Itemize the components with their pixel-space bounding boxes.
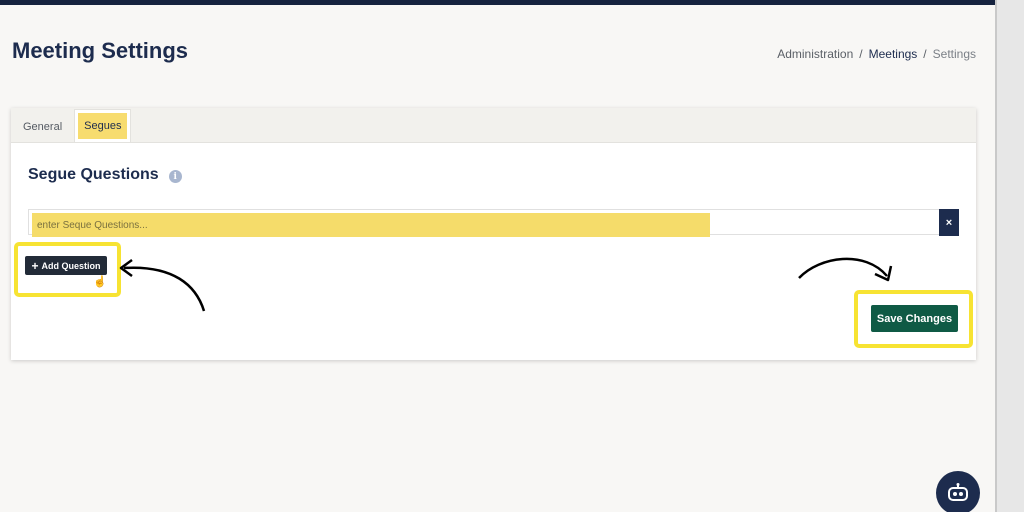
arrow-icon bbox=[119, 258, 206, 312]
breadcrumb-separator: / bbox=[923, 47, 927, 61]
info-icon[interactable]: i bbox=[168, 170, 182, 183]
breadcrumb: Administration / Meetings / Settings bbox=[777, 47, 976, 61]
section-title: Segue Questions i bbox=[28, 166, 182, 184]
tab-segues-label: Segues bbox=[78, 113, 128, 139]
add-question-label: Add Question bbox=[41, 260, 101, 271]
tab-general[interactable]: General bbox=[13, 112, 72, 142]
breadcrumb-meetings[interactable]: Meetings bbox=[869, 47, 918, 61]
plus-icon: + bbox=[31, 258, 39, 273]
window-edge bbox=[995, 0, 1024, 512]
hand-pointer-icon: ☝ bbox=[93, 276, 107, 288]
segue-question-input[interactable] bbox=[32, 213, 710, 237]
settings-card: General Segues Segue Questions i × + Add… bbox=[11, 108, 976, 360]
top-bar bbox=[0, 0, 995, 5]
save-changes-button[interactable]: Save Changes bbox=[871, 305, 958, 332]
close-icon: × bbox=[945, 216, 953, 229]
add-question-button[interactable]: + Add Question bbox=[25, 256, 107, 275]
arrow-icon bbox=[798, 257, 893, 282]
tab-segues[interactable]: Segues bbox=[74, 109, 132, 142]
chat-assistant-button[interactable] bbox=[936, 471, 980, 512]
breadcrumb-administration[interactable]: Administration bbox=[777, 47, 853, 61]
question-row: × bbox=[28, 209, 959, 237]
breadcrumb-settings: Settings bbox=[932, 47, 976, 61]
robot-icon bbox=[948, 483, 968, 501]
tab-bar: General Segues bbox=[11, 108, 976, 143]
page-title: Meeting Settings bbox=[12, 38, 189, 63]
remove-question-button[interactable]: × bbox=[939, 209, 959, 236]
section-title-text: Segue Questions bbox=[28, 166, 159, 183]
breadcrumb-separator: / bbox=[859, 47, 863, 61]
